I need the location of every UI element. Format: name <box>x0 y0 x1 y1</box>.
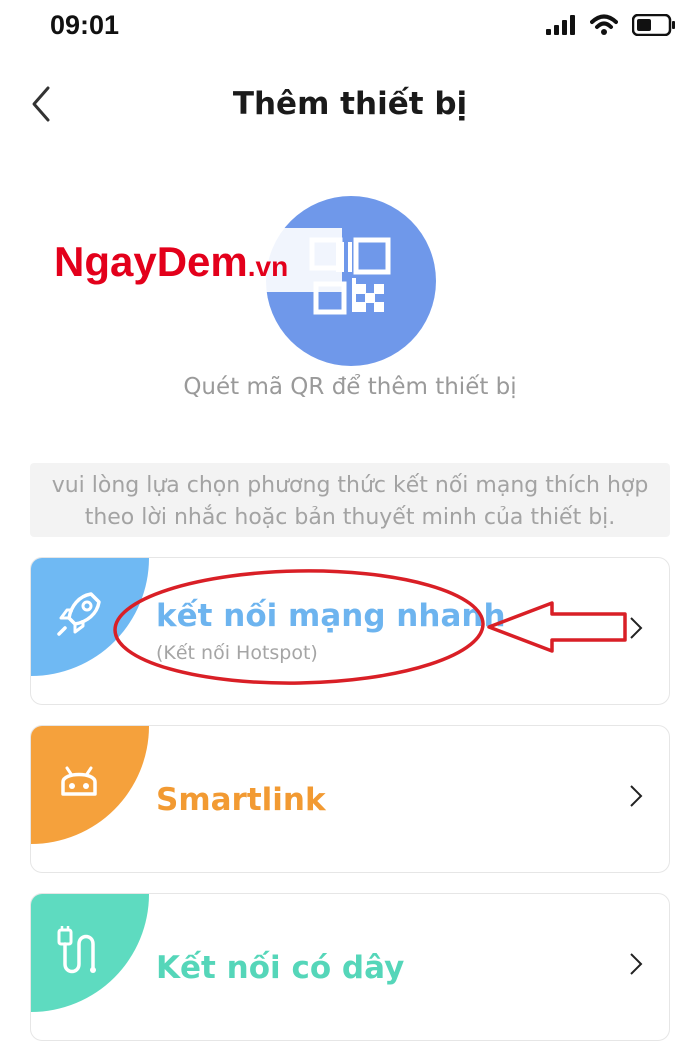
watermark-logo: NgayDem.vn <box>54 238 288 286</box>
battery-icon <box>632 14 675 36</box>
status-bar: 09:01 <box>0 0 700 50</box>
watermark-tld: .vn <box>247 251 289 282</box>
status-time: 09:01 <box>50 10 120 40</box>
wifi-icon <box>590 14 618 35</box>
android-icon <box>61 766 97 796</box>
rocket-icon <box>57 592 101 636</box>
chevron-right-icon <box>630 785 643 807</box>
signal-icon <box>546 15 575 35</box>
option-smartlink[interactable]: Smartlink <box>30 725 670 873</box>
option-label: kết nối mạng nhanh <box>156 598 506 634</box>
option-label: Smartlink <box>156 782 326 818</box>
hint-text: vui lòng lựa chọn phương thức kết nối mạ… <box>51 473 649 530</box>
watermark-brand: NgayDem <box>54 238 248 285</box>
qr-caption: Quét mã QR để thêm thiết bị <box>183 374 517 400</box>
option-quick-connect[interactable]: kết nối mạng nhanh (Kết nối Hotspot) <box>30 557 670 705</box>
option-sublabel: (Kết nối Hotspot) <box>156 642 318 664</box>
cable-icon <box>57 926 96 974</box>
chevron-right-icon <box>630 953 643 975</box>
option-wired-connection[interactable]: Kết nối có dây <box>30 893 670 1041</box>
nav-bar: Thêm thiết bị <box>0 70 700 140</box>
status-icons <box>546 10 676 40</box>
page-title: Thêm thiết bị <box>232 86 468 122</box>
option-label: Kết nối có dây <box>156 950 405 986</box>
chevron-right-icon <box>630 617 643 639</box>
